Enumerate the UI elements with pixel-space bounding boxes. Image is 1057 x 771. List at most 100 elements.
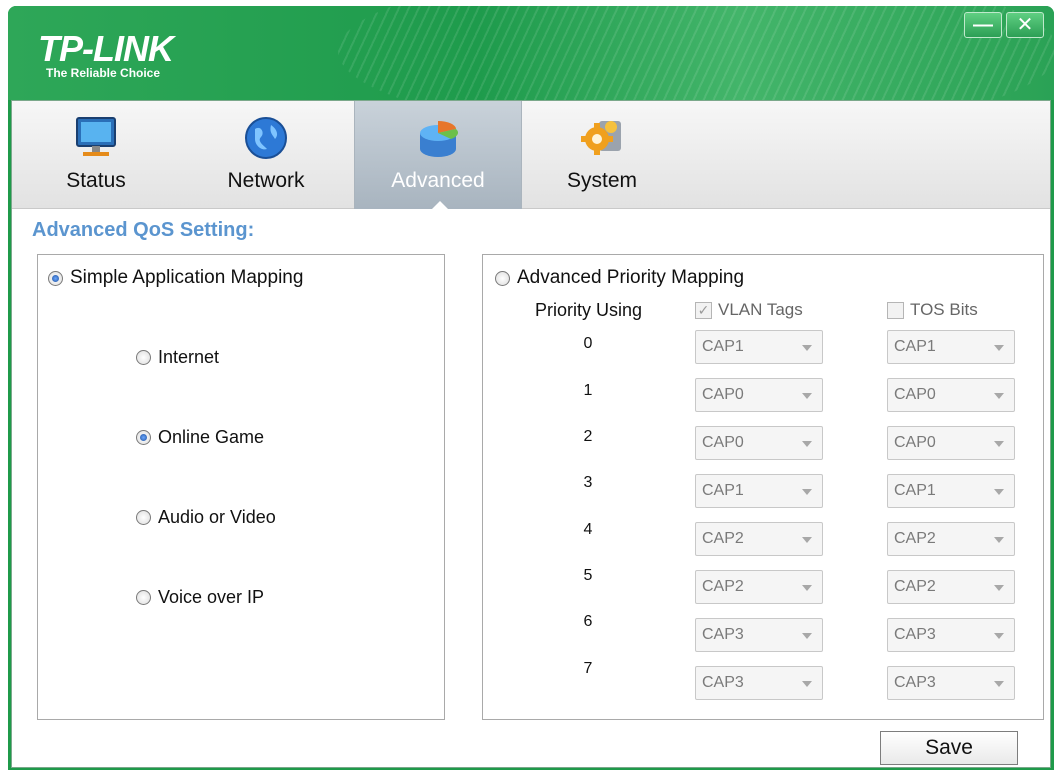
select-value: CAP2 <box>702 578 744 595</box>
chevron-down-icon <box>802 441 812 447</box>
brand-logo: TP-LINK <box>38 28 174 69</box>
chevron-down-icon <box>994 345 1004 351</box>
select-value: CAP0 <box>702 434 744 451</box>
tab-network-label: Network <box>227 169 305 192</box>
simple-mapping-panel: Simple Application Mapping Internet Onli… <box>37 254 445 720</box>
vlan-cap-select-7[interactable]: CAP3 <box>695 666 823 700</box>
select-value: CAP1 <box>894 338 936 355</box>
vlan-cap-select-0[interactable]: CAP1 <box>695 330 823 364</box>
tab-system[interactable]: System <box>532 101 672 209</box>
radio-selected-icon <box>48 270 63 286</box>
chevron-down-icon <box>802 537 812 543</box>
vlan-cap-select-6[interactable]: CAP3 <box>695 618 823 652</box>
vlan-cap-select-3[interactable]: CAP1 <box>695 474 823 508</box>
priority-number: 0 <box>583 335 593 352</box>
tab-status-label: Status <box>66 169 126 192</box>
chevron-down-icon <box>802 633 812 639</box>
tos-cap-select-1[interactable]: CAP0 <box>887 378 1015 412</box>
tab-advanced-label: Advanced <box>391 169 485 192</box>
select-value: CAP3 <box>894 626 936 643</box>
priority-number: 1 <box>583 382 593 399</box>
radio-unselected-icon <box>495 270 510 286</box>
radio-unselected-icon <box>136 350 151 365</box>
priority-using-label: Priority Using <box>535 300 643 320</box>
chevron-down-icon <box>994 681 1004 687</box>
vlan-tags-label: VLAN Tags <box>718 300 803 319</box>
chevron-down-icon <box>994 441 1004 447</box>
priority-number: 4 <box>583 521 593 538</box>
select-value: CAP2 <box>894 578 936 595</box>
active-tab-pointer <box>431 201 449 210</box>
option-voip-label: Voice over IP <box>158 587 265 607</box>
option-internet-label: Internet <box>158 347 220 367</box>
select-value: CAP3 <box>702 674 744 691</box>
vlan-cap-select-4[interactable]: CAP2 <box>695 522 823 556</box>
section-title: Advanced QoS Setting: <box>32 219 255 241</box>
tos-cap-select-0[interactable]: CAP1 <box>887 330 1015 364</box>
advanced-mapping-panel: Advanced Priority Mapping Priority Using… <box>482 254 1044 720</box>
radio-selected-icon <box>136 430 151 445</box>
chevron-down-icon <box>994 393 1004 399</box>
chevron-down-icon <box>802 345 812 351</box>
tab-network[interactable]: Network <box>196 101 336 209</box>
select-value: CAP0 <box>894 386 936 403</box>
radio-unselected-icon <box>136 510 151 525</box>
vlan-cap-select-1[interactable]: CAP0 <box>695 378 823 412</box>
select-value: CAP3 <box>702 626 744 643</box>
priority-number: 7 <box>583 660 593 677</box>
title-bar: TP-LINK The Reliable Choice — ✕ <box>8 6 1054 100</box>
pie-chart-icon <box>420 121 459 157</box>
vlan-cap-select-2[interactable]: CAP0 <box>695 426 823 460</box>
option-internet-radio[interactable]: Internet <box>136 347 219 368</box>
tab-status[interactable]: Status <box>26 101 166 209</box>
chevron-down-icon <box>802 681 812 687</box>
advanced-mapping-radio[interactable]: Advanced Priority Mapping <box>495 267 744 289</box>
select-value: CAP1 <box>894 482 936 499</box>
vlan-tags-checkbox[interactable]: ✓ VLAN Tags <box>695 300 803 320</box>
tos-cap-select-7[interactable]: CAP3 <box>887 666 1015 700</box>
tos-cap-select-5[interactable]: CAP2 <box>887 570 1015 604</box>
chevron-down-icon <box>994 633 1004 639</box>
chevron-down-icon <box>802 585 812 591</box>
select-value: CAP1 <box>702 482 744 499</box>
select-value: CAP0 <box>702 386 744 403</box>
vlan-cap-select-5[interactable]: CAP2 <box>695 570 823 604</box>
option-audio-video-radio[interactable]: Audio or Video <box>136 507 276 528</box>
tos-bits-label: TOS Bits <box>910 300 978 319</box>
checkbox-checked-icon: ✓ <box>695 301 712 319</box>
tos-cap-select-4[interactable]: CAP2 <box>887 522 1015 556</box>
chevron-down-icon <box>994 585 1004 591</box>
tos-cap-select-6[interactable]: CAP3 <box>887 618 1015 652</box>
select-value: CAP3 <box>894 674 936 691</box>
tos-cap-select-3[interactable]: CAP1 <box>887 474 1015 508</box>
option-online-game-radio[interactable]: Online Game <box>136 427 264 448</box>
select-value: CAP2 <box>894 530 936 547</box>
minimize-button[interactable]: — <box>964 12 1002 38</box>
simple-mapping-radio[interactable]: Simple Application Mapping <box>48 267 303 289</box>
client-area: Status Network Advanced System Advanced … <box>11 100 1051 768</box>
monitor-icon <box>76 117 116 156</box>
advanced-mapping-label: Advanced Priority Mapping <box>517 267 745 288</box>
tos-cap-select-2[interactable]: CAP0 <box>887 426 1015 460</box>
tos-bits-checkbox[interactable]: TOS Bits <box>887 300 978 320</box>
chevron-down-icon <box>802 489 812 495</box>
option-voip-radio[interactable]: Voice over IP <box>136 587 264 608</box>
brand-tagline: The Reliable Choice <box>46 66 161 80</box>
priority-number: 6 <box>583 613 593 630</box>
priority-number: 5 <box>583 567 593 584</box>
option-online-game-label: Online Game <box>158 427 265 447</box>
select-value: CAP1 <box>702 338 744 355</box>
priority-number: 2 <box>583 428 593 445</box>
checkbox-unchecked-icon <box>887 301 904 319</box>
chevron-down-icon <box>802 393 812 399</box>
tab-system-label: System <box>566 169 637 192</box>
simple-mapping-label: Simple Application Mapping <box>70 267 304 288</box>
main-tab-bar: Status Network Advanced System <box>12 101 1050 210</box>
chevron-down-icon <box>994 537 1004 543</box>
save-button[interactable]: Save <box>880 731 1018 765</box>
chevron-down-icon <box>994 489 1004 495</box>
gears-icon <box>581 121 621 155</box>
priority-number: 3 <box>583 474 593 491</box>
close-button[interactable]: ✕ <box>1006 12 1044 38</box>
tab-advanced[interactable]: Advanced <box>354 101 522 210</box>
